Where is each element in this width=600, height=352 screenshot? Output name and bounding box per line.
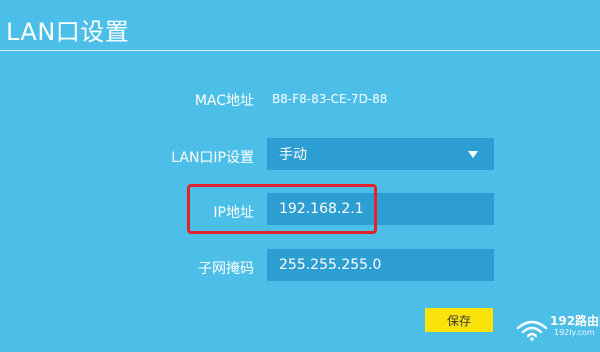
ip-address-value: 192.168.2.1 <box>279 201 364 217</box>
save-button[interactable]: 保存 <box>425 308 493 332</box>
lan-ip-setting-label: LAN口IP设置 <box>171 150 254 166</box>
lan-ip-mode-select[interactable]: 手动 <box>267 138 494 170</box>
lan-settings-page: LAN口设置 MAC地址 B8-F8-83-CE-7D-88 LAN口IP设置 … <box>0 0 600 352</box>
lan-ip-mode-value: 手动 <box>279 147 307 163</box>
wifi-icon <box>516 320 548 341</box>
page-title: LAN口设置 <box>6 18 130 46</box>
watermark-brand: 192路由网 <box>550 314 600 328</box>
subnet-mask-value: 255.255.255.0 <box>279 257 382 273</box>
mac-label: MAC地址 <box>194 93 254 109</box>
mac-value: B8-F8-83-CE-7D-88 <box>272 92 388 106</box>
subnet-label: 子网掩码 <box>198 261 254 277</box>
title-divider <box>0 50 600 51</box>
caret-down-icon <box>468 150 478 158</box>
subnet-mask-input[interactable]: 255.255.255.0 <box>267 249 494 281</box>
ip-label: IP地址 <box>213 205 254 221</box>
watermark-logo: 192路由网 192ly.com <box>512 306 600 346</box>
ip-address-input[interactable]: 192.168.2.1 <box>267 193 494 225</box>
watermark-url: 192ly.com <box>554 328 595 337</box>
